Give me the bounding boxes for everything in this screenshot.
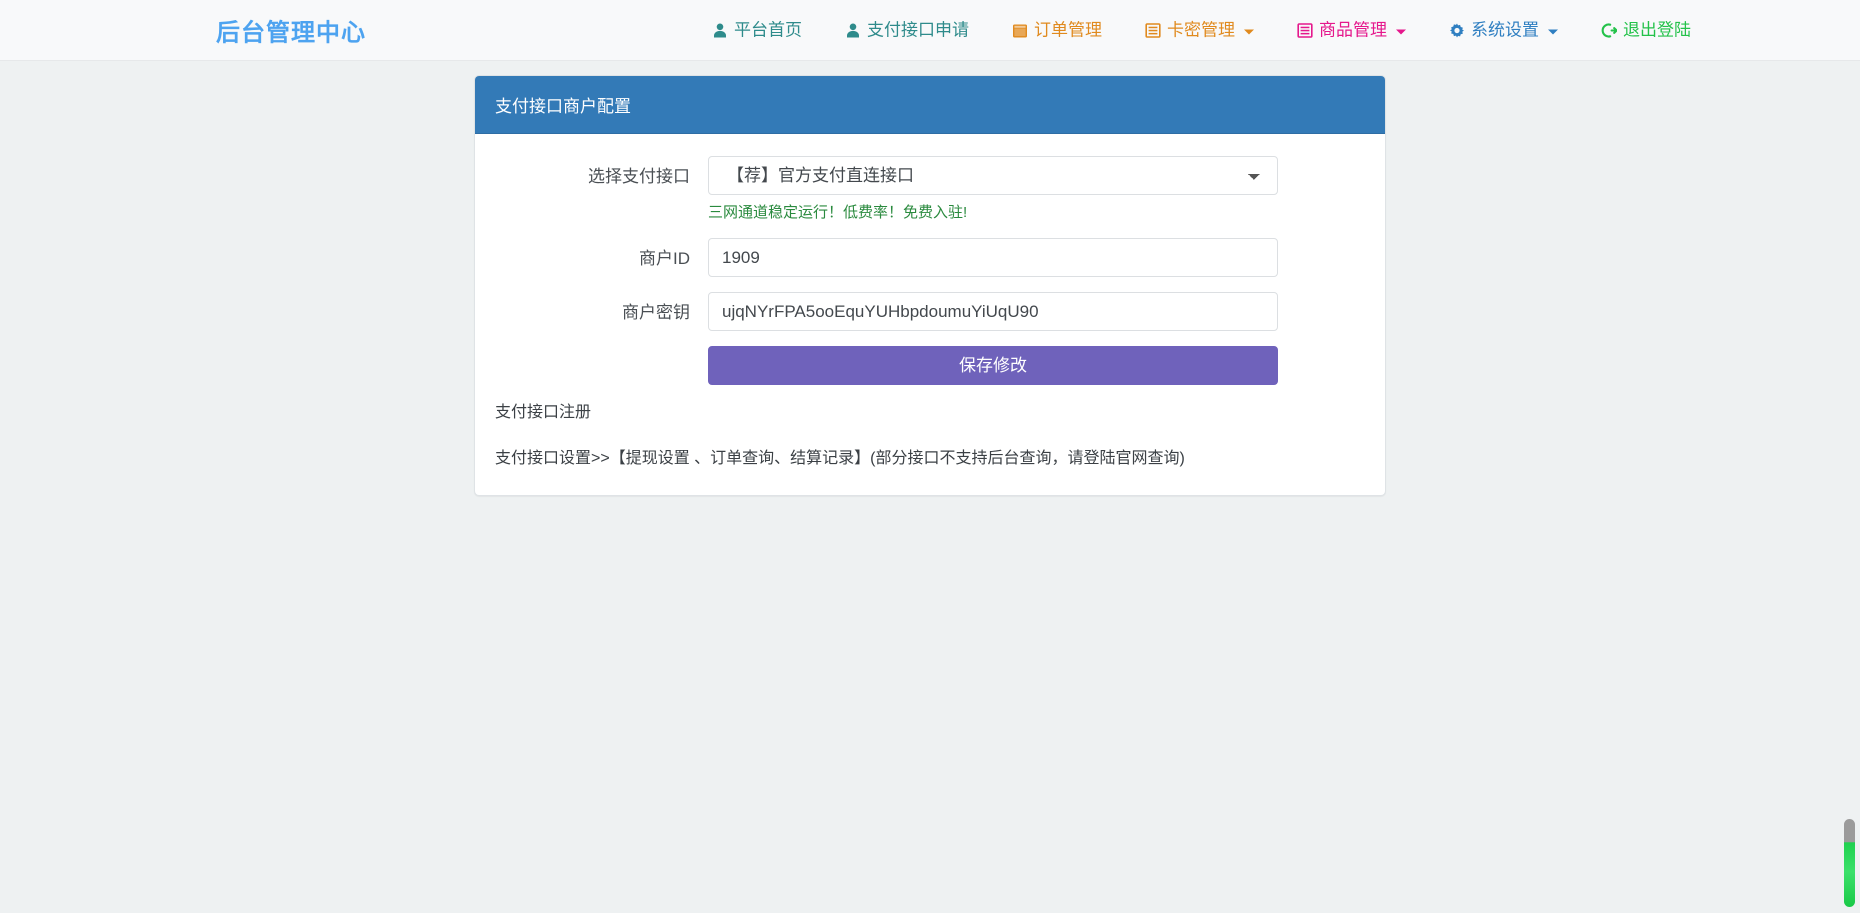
payment-config-panel: 支付接口商户配置 选择支付接口 【荐】官方支付直连接口 三网通道稳定运行！低费率…: [474, 75, 1386, 496]
interface-help-text: 三网通道稳定运行！低费率！免费入驻!: [708, 202, 1278, 223]
interface-label: 选择支付接口: [495, 156, 708, 189]
merchant-key-label: 商户密钥: [495, 292, 708, 325]
merchant-id-label: 商户ID: [495, 238, 708, 271]
nav-item-payment-apply[interactable]: 支付接口申请: [823, 22, 990, 39]
merchant-key-field-wrap: [708, 292, 1278, 331]
payment-interface-select[interactable]: 【荐】官方支付直连接口: [708, 156, 1278, 195]
nav-item-label: 订单管理: [1034, 22, 1102, 39]
gear-icon: [1448, 22, 1465, 39]
form-row-save: 保存修改: [495, 346, 1365, 385]
nav-item-system-settings[interactable]: 系统设置: [1427, 22, 1579, 39]
chevron-down-icon: [1396, 30, 1406, 35]
form-row-merchant-id: 商户ID: [495, 238, 1365, 277]
form-row-interface: 选择支付接口 【荐】官方支付直连接口 三网通道稳定运行！低费率！免费入驻!: [495, 156, 1365, 223]
logout-icon: [1600, 22, 1617, 39]
nav-item-label: 平台首页: [734, 22, 802, 39]
nav-item-label: 卡密管理: [1167, 22, 1235, 39]
interface-field-wrap: 【荐】官方支付直连接口 三网通道稳定运行！低费率！免费入驻!: [708, 156, 1278, 223]
top-navbar: 后台管理中心 平台首页 支付接口申请: [0, 0, 1860, 61]
list-icon: [1296, 22, 1313, 39]
nav-item-order-management[interactable]: 订单管理: [990, 22, 1123, 39]
payment-settings-note[interactable]: 支付接口设置>>【提现设置 、订单查询、结算记录】(部分接口不支持后台查询，请登…: [495, 447, 1365, 471]
merchant-key-input[interactable]: [708, 292, 1278, 331]
nav-item-label: 系统设置: [1471, 22, 1539, 39]
save-spacer: [495, 346, 708, 355]
save-button[interactable]: 保存修改: [708, 346, 1278, 385]
panel-title: 支付接口商户配置: [475, 76, 1385, 134]
nav-item-card-management[interactable]: 卡密管理: [1123, 22, 1275, 39]
nav-item-label: 支付接口申请: [867, 22, 969, 39]
panel-body: 选择支付接口 【荐】官方支付直连接口 三网通道稳定运行！低费率！免费入驻! 商户…: [475, 134, 1385, 495]
merchant-id-field-wrap: [708, 238, 1278, 277]
nav-item-logout[interactable]: 退出登陆: [1579, 22, 1712, 39]
list-icon: [1144, 22, 1161, 39]
calendar-icon: [1011, 22, 1028, 39]
payment-register-link[interactable]: 支付接口注册: [495, 401, 1365, 425]
main-content: 支付接口商户配置 选择支付接口 【荐】官方支付直连接口 三网通道稳定运行！低费率…: [0, 61, 1860, 496]
user-icon: [711, 22, 728, 39]
nav-item-label: 退出登陆: [1623, 22, 1691, 39]
nav-item-platform-home[interactable]: 平台首页: [690, 22, 823, 39]
save-field-wrap: 保存修改: [708, 346, 1278, 385]
chevron-down-icon: [1548, 30, 1558, 35]
chevron-down-icon: [1244, 30, 1254, 35]
nav-item-product-management[interactable]: 商品管理: [1275, 22, 1427, 39]
nav-menu: 平台首页 支付接口申请 订单管理: [690, 22, 1712, 39]
page-scrollbar-thumb[interactable]: [1844, 819, 1855, 907]
user-icon: [844, 22, 861, 39]
nav-item-label: 商品管理: [1319, 22, 1387, 39]
brand-logo[interactable]: 后台管理中心: [216, 13, 366, 48]
form-row-merchant-key: 商户密钥: [495, 292, 1365, 331]
merchant-id-input[interactable]: [708, 238, 1278, 277]
